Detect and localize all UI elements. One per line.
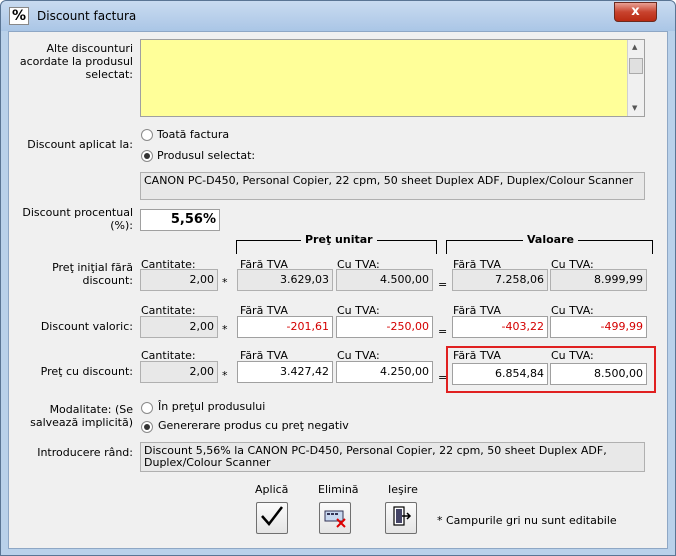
value-bracket: Valoare bbox=[446, 233, 653, 254]
multiply-sign: * bbox=[222, 276, 228, 289]
delete-label: Elimină bbox=[318, 483, 359, 496]
row-discounted-val-vat[interactable]: 8.500,00 bbox=[550, 363, 647, 385]
row-initial-qty: 2,00 bbox=[140, 269, 218, 291]
textarea-scrollbar[interactable]: ▲ ▼ bbox=[627, 40, 644, 116]
row-discounted-val-no-vat[interactable]: 6.854,84 bbox=[452, 363, 548, 385]
other-discounts-label: Alte discounturi acordate la produsul se… bbox=[19, 42, 133, 81]
dialog-body: Alte discounturi acordate la produsul se… bbox=[8, 31, 668, 549]
unit-price-header: Preţ unitar bbox=[301, 233, 377, 246]
unit-price-bracket: Preţ unitar bbox=[236, 233, 437, 254]
close-button[interactable]: x bbox=[614, 2, 657, 22]
row-initial-unit-vat: 4.500,00 bbox=[336, 269, 433, 291]
equals-sign: = bbox=[438, 278, 448, 291]
percent-input[interactable]: 5,56% bbox=[140, 209, 220, 231]
row-discount-val-no-vat[interactable]: -403,22 bbox=[452, 316, 548, 338]
row-initial-unit-no-vat: 3.629,03 bbox=[237, 269, 333, 291]
window-title: Discount factura bbox=[37, 9, 137, 23]
radio-in-price[interactable] bbox=[141, 402, 153, 414]
mode-label: Modalitate: (Se salvează implicită) bbox=[30, 403, 133, 429]
radio-selected-product-label: Produsul selectat: bbox=[157, 149, 256, 162]
apply-label: Aplică bbox=[255, 483, 289, 496]
value-header: Valoare bbox=[523, 233, 578, 246]
scroll-thumb[interactable] bbox=[629, 58, 643, 74]
row-discounted-unit-vat[interactable]: 4.250,00 bbox=[336, 361, 433, 383]
row-intro-field: Discount 5,56% la CANON PC-D450, Persona… bbox=[140, 442, 645, 472]
row-discount-qty: 2,00 bbox=[140, 316, 218, 338]
exit-button[interactable] bbox=[385, 502, 417, 534]
selected-product-field: CANON PC-D450, Personal Copier, 22 cpm, … bbox=[140, 172, 645, 200]
row-discount-val-vat[interactable]: -499,99 bbox=[550, 316, 647, 338]
val-vat-col-label: Cu TVA: bbox=[551, 349, 594, 362]
radio-negative-product[interactable] bbox=[141, 421, 153, 433]
row-discount-label: Discount valoric: bbox=[40, 320, 133, 333]
radio-negative-product-label: Genererare produs cu preţ negativ bbox=[158, 419, 349, 432]
equals-sign: = bbox=[438, 371, 448, 384]
row-intro-label: Introducere rând: bbox=[37, 446, 133, 459]
percent-label: Discount procentual (%): bbox=[22, 206, 133, 232]
row-discount-unit-no-vat[interactable]: -201,61 bbox=[237, 316, 333, 338]
equals-sign: = bbox=[438, 325, 448, 338]
row-discount-unit-vat[interactable]: -250,00 bbox=[336, 316, 433, 338]
delete-keyboard-icon bbox=[324, 510, 346, 528]
val-no-vat-col-label: Fără TVA bbox=[453, 349, 501, 362]
radio-whole-invoice-label: Toată factura bbox=[157, 128, 230, 141]
multiply-sign: * bbox=[222, 323, 228, 336]
radio-selected-product[interactable] bbox=[141, 150, 153, 162]
percent-icon: % bbox=[9, 7, 29, 25]
row-discounted-unit-no-vat[interactable]: 3.427,42 bbox=[237, 361, 333, 383]
other-discounts-textarea[interactable]: ▲ ▼ bbox=[140, 39, 645, 117]
title-bar[interactable]: % Discount factura x bbox=[1, 1, 675, 31]
note-text: * Campurile gri nu sunt editabile bbox=[437, 514, 617, 527]
row-initial-label: Preţ iniţial fără discount: bbox=[52, 261, 133, 287]
delete-button[interactable] bbox=[319, 502, 351, 534]
scroll-up-icon[interactable]: ▲ bbox=[632, 43, 637, 51]
checkmark-icon bbox=[261, 506, 283, 526]
scroll-down-icon[interactable]: ▼ bbox=[632, 104, 637, 112]
row-initial-val-no-vat: 7.258,06 bbox=[452, 269, 548, 291]
multiply-sign: * bbox=[222, 369, 228, 382]
discount-window: % Discount factura x Alte discounturi ac… bbox=[0, 0, 676, 556]
row-initial-val-vat: 8.999,99 bbox=[550, 269, 647, 291]
radio-in-price-label: În preţul produsului bbox=[158, 400, 266, 413]
row-discounted-qty: 2,00 bbox=[140, 361, 218, 383]
radio-whole-invoice[interactable] bbox=[141, 129, 153, 141]
exit-label: Ieşire bbox=[388, 483, 418, 496]
row-discounted-label: Preţ cu discount: bbox=[40, 365, 133, 378]
apply-button[interactable] bbox=[256, 502, 288, 534]
applied-to-label: Discount aplicat la: bbox=[27, 138, 133, 151]
exit-door-icon bbox=[393, 506, 412, 526]
